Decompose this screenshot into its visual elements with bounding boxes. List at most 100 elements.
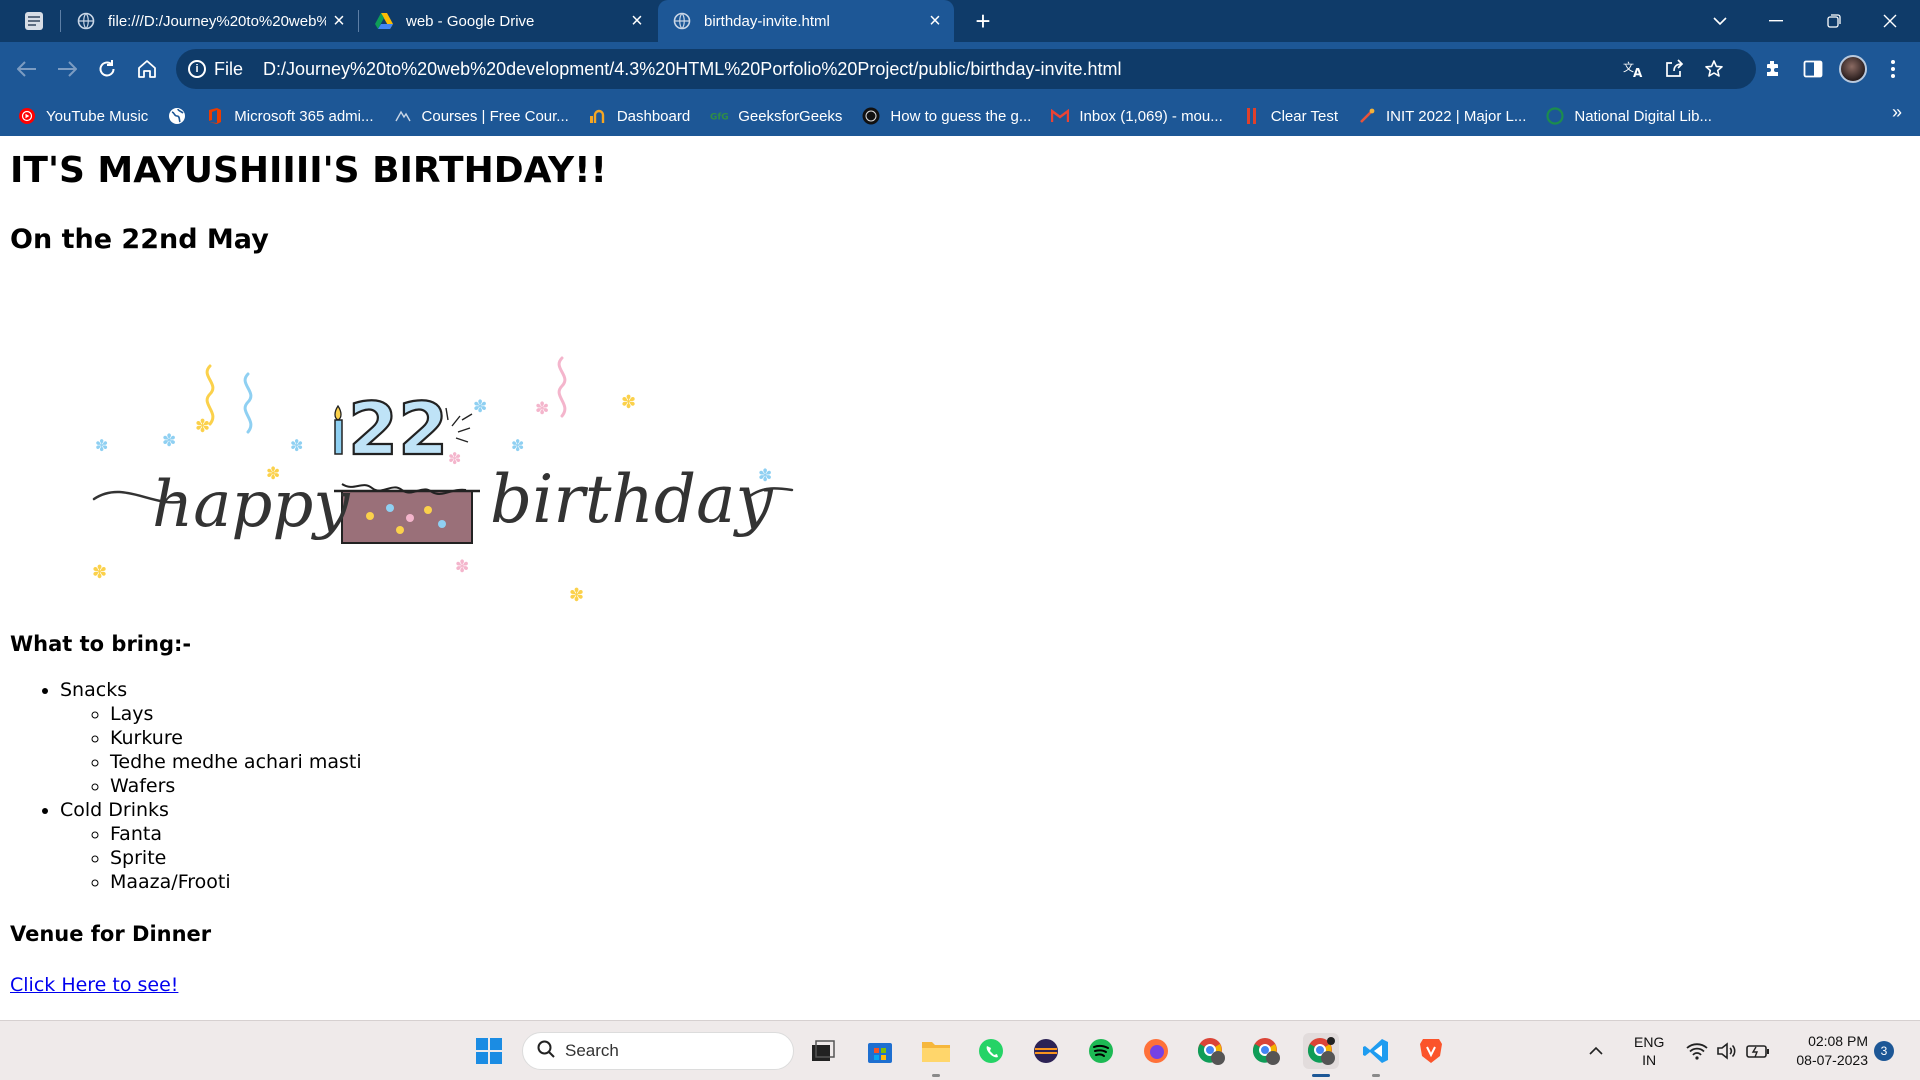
bookmark-courses[interactable]: Courses | Free Cour... xyxy=(386,101,577,131)
extensions-icon[interactable] xyxy=(1756,52,1790,86)
list-item: Fanta xyxy=(110,822,362,846)
task-view-icon[interactable] xyxy=(805,1033,841,1069)
svg-text:✽: ✽ xyxy=(162,431,176,451)
bookmark-youtube-music[interactable]: YouTube Music xyxy=(10,101,156,131)
list-item: Kurkure xyxy=(110,726,362,750)
tab-search-dropdown-icon[interactable] xyxy=(1692,0,1748,42)
bookmarks-overflow-icon[interactable]: » xyxy=(1892,102,1902,123)
dashboard-icon xyxy=(589,107,607,125)
svg-text:✽: ✽ xyxy=(448,449,461,468)
tab-file-journey[interactable]: file:///D:/Journey%20to%20web% × xyxy=(62,0,358,42)
close-tab-icon[interactable]: × xyxy=(922,8,948,34)
translate-icon[interactable]: 文A xyxy=(1618,53,1650,85)
url-text[interactable]: D:/Journey%20to%20web%20development/4.3%… xyxy=(263,59,1121,80)
search-placeholder: Search xyxy=(565,1041,619,1060)
battery-icon[interactable] xyxy=(1746,1021,1770,1080)
bookmark-label: National Digital Lib... xyxy=(1574,107,1712,125)
bookmarks-bar: YouTube Music Microsoft 365 admi... Cour… xyxy=(0,96,1920,136)
bookmark-dashboard[interactable]: Dashboard xyxy=(581,101,698,131)
list-item: Maaza/Frooti xyxy=(110,870,362,894)
browser-toolbar: i File D:/Journey%20to%20web%20developme… xyxy=(0,42,1920,96)
office-icon xyxy=(206,107,224,125)
bookmark-geeksforgeeks[interactable]: GfG GeeksforGeeks xyxy=(702,101,850,131)
file-explorer-icon[interactable] xyxy=(918,1033,954,1077)
chrome-beta-profile-icon[interactable] xyxy=(1193,1033,1229,1069)
volume-icon[interactable] xyxy=(1716,1021,1738,1080)
close-window-button[interactable] xyxy=(1862,0,1918,42)
chrome-beta-profile-2-icon[interactable] xyxy=(1248,1033,1284,1069)
bookmark-label: YouTube Music xyxy=(46,107,149,125)
input-language-indicator[interactable]: ENG IN xyxy=(1634,1021,1664,1080)
bookmark-national-digital-library[interactable]: National Digital Lib... xyxy=(1538,101,1720,131)
venue-link[interactable]: Click Here to see! xyxy=(10,974,178,996)
start-button[interactable] xyxy=(471,1033,507,1069)
bookmark-label: GeeksforGeeks xyxy=(738,107,843,125)
eclipse-icon[interactable] xyxy=(1028,1033,1064,1069)
clock-date: 08-07-2023 xyxy=(1796,1052,1868,1068)
firefox-icon[interactable] xyxy=(1138,1033,1174,1069)
tab-label: web - Google Drive xyxy=(406,12,535,30)
bookmark-label: Inbox (1,069) - mou... xyxy=(1079,107,1223,125)
bookmark-globe[interactable] xyxy=(160,101,194,131)
venue-heading: Venue for Dinner xyxy=(10,922,212,946)
notification-center[interactable]: 3 xyxy=(1874,1021,1894,1080)
profile-avatar[interactable] xyxy=(1836,52,1870,86)
banner-number: 22 xyxy=(348,387,448,471)
bookmark-label: How to guess the g... xyxy=(890,107,1032,125)
brave-icon[interactable] xyxy=(1413,1033,1449,1069)
youtube-music-icon xyxy=(18,107,36,125)
side-panel-icon[interactable] xyxy=(1796,52,1830,86)
show-hidden-icons-chevron[interactable] xyxy=(1588,1021,1604,1080)
list-item: Sprite xyxy=(110,846,362,870)
tab-birthday-invite[interactable]: birthday-invite.html × xyxy=(658,0,954,42)
back-button[interactable] xyxy=(10,52,44,86)
geeksforgeeks-icon: GfG xyxy=(710,107,728,125)
tab-separator xyxy=(60,10,61,32)
cleartest-icon xyxy=(1243,107,1261,125)
tab-google-drive[interactable]: web - Google Drive × xyxy=(360,0,656,42)
svg-text:A: A xyxy=(1633,66,1643,79)
bookmark-init-2022[interactable]: INIT 2022 | Major L... xyxy=(1350,101,1534,131)
page-subtitle: On the 22nd May xyxy=(10,224,269,255)
chrome-beta-active-icon[interactable] xyxy=(1303,1033,1339,1077)
reload-button[interactable] xyxy=(90,52,124,86)
globe-icon xyxy=(672,11,692,31)
home-button[interactable] xyxy=(130,52,164,86)
vscode-icon[interactable] xyxy=(1358,1033,1394,1077)
bookmark-star-icon[interactable] xyxy=(1698,53,1730,85)
share-icon[interactable] xyxy=(1658,53,1690,85)
library-icon xyxy=(1546,107,1564,125)
svg-text:✽: ✽ xyxy=(535,399,549,419)
browser-app-icon[interactable] xyxy=(22,9,46,33)
bring-heading: What to bring:- xyxy=(10,632,192,656)
minimize-button[interactable] xyxy=(1748,0,1804,42)
taskbar-clock[interactable]: 02:08 PM 08-07-2023 xyxy=(1784,1021,1868,1080)
close-tab-icon[interactable]: × xyxy=(624,8,650,34)
bookmark-how-to-guess[interactable]: How to guess the g... xyxy=(854,101,1039,131)
close-tab-icon[interactable]: × xyxy=(326,8,352,34)
globe-icon xyxy=(76,11,96,31)
bookmark-inbox[interactable]: Inbox (1,069) - mou... xyxy=(1043,101,1230,131)
forward-button[interactable] xyxy=(50,52,84,86)
new-tab-button[interactable]: + xyxy=(966,6,1000,36)
microsoft-store-icon[interactable] xyxy=(862,1033,898,1069)
bookmark-microsoft-365[interactable]: Microsoft 365 admi... xyxy=(198,101,381,131)
list-item: Wafers xyxy=(110,774,362,798)
search-icon xyxy=(537,1040,555,1063)
tab-label: file:///D:/Journey%20to%20web% xyxy=(108,12,326,30)
whatsapp-icon[interactable] xyxy=(973,1033,1009,1069)
bookmark-clear-test[interactable]: Clear Test xyxy=(1235,101,1346,131)
site-info-chip[interactable]: i File xyxy=(188,59,255,80)
bookmark-label: INIT 2022 | Major L... xyxy=(1386,107,1527,125)
taskbar-search[interactable]: Search xyxy=(522,1032,794,1070)
restore-button[interactable] xyxy=(1806,0,1862,42)
svg-text:✽: ✽ xyxy=(569,585,584,606)
svg-text:✽: ✽ xyxy=(95,436,108,455)
info-icon: i xyxy=(188,60,206,78)
address-bar[interactable]: i File D:/Journey%20to%20web%20developme… xyxy=(176,49,1756,89)
wifi-icon[interactable] xyxy=(1686,1021,1708,1080)
bookmark-label: Microsoft 365 admi... xyxy=(234,107,374,125)
scheme-label: File xyxy=(214,58,244,79)
spotify-icon[interactable] xyxy=(1083,1033,1119,1069)
menu-kebab-icon[interactable] xyxy=(1876,52,1910,86)
